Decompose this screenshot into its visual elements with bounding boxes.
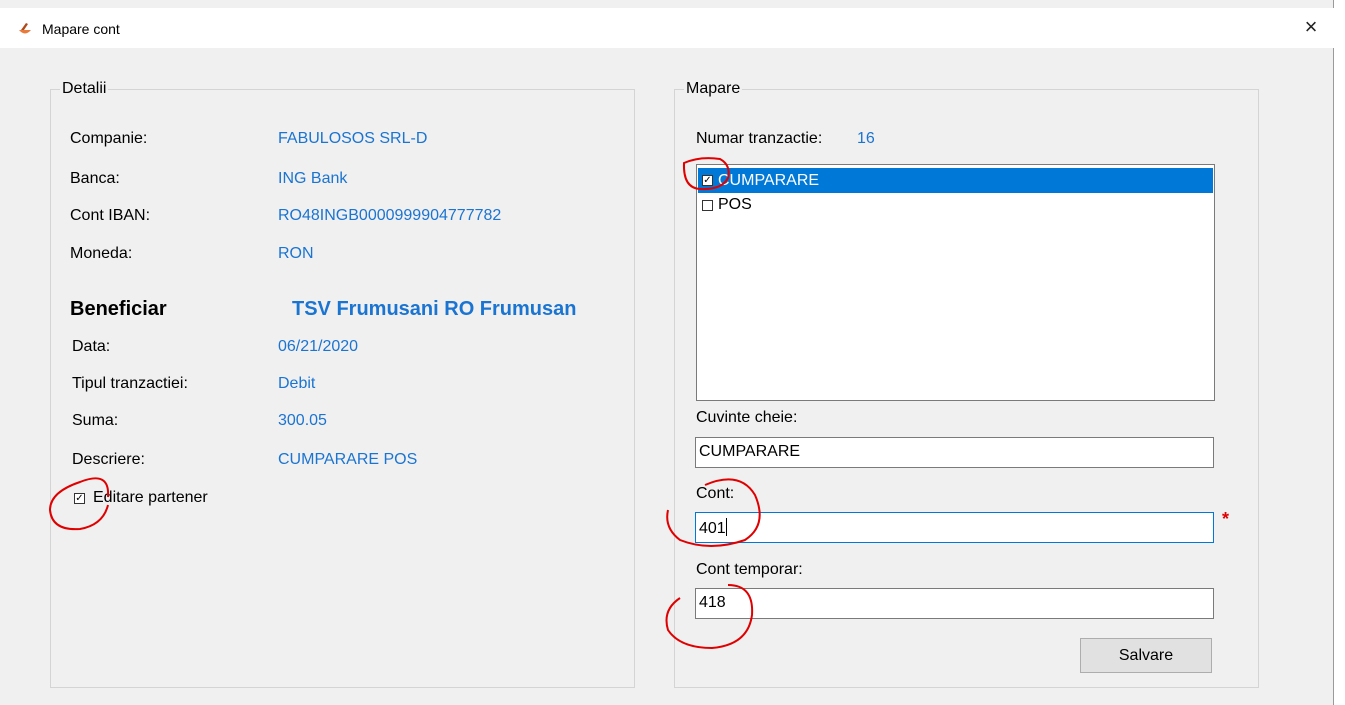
- iban-value: RO48INGB0000999904777782: [278, 207, 502, 224]
- transaction-checklist[interactable]: ✓ CUMPARARE POS: [696, 164, 1215, 401]
- data-value: 06/21/2020: [278, 338, 359, 355]
- app-icon: [19, 23, 31, 34]
- list-item[interactable]: POS: [698, 194, 1213, 216]
- cont-input[interactable]: 401: [695, 512, 1214, 543]
- descriere-label: Descriere:: [72, 451, 145, 468]
- window-title: Mapare cont: [42, 21, 120, 37]
- companie-label: Companie:: [70, 130, 148, 147]
- editare-partener-label: Editare partener: [93, 489, 208, 506]
- cont-label: Cont:: [696, 485, 735, 502]
- data-label: Data:: [72, 338, 111, 355]
- moneda-label: Moneda:: [70, 245, 133, 262]
- editare-partener-checkbox[interactable]: ✓ Editare partener: [74, 489, 208, 507]
- cuvinte-cheie-label: Cuvinte cheie:: [696, 409, 798, 426]
- close-icon: ×: [1304, 14, 1318, 39]
- banca-value: ING Bank: [278, 170, 348, 187]
- tip-tranzactie-value: Debit: [278, 375, 316, 392]
- numar-tranzactie-value: 16: [857, 130, 875, 147]
- banca-label: Banca:: [70, 170, 120, 187]
- companie-value: FABULOSOS SRL-D: [278, 130, 428, 147]
- list-item-label: CUMPARARE: [718, 171, 820, 189]
- salvare-button[interactable]: Salvare: [1080, 638, 1212, 673]
- checkbox-checked-icon: ✓: [74, 492, 85, 504]
- checkbox-checked-icon: ✓: [702, 175, 713, 186]
- details-legend: Detalii: [62, 80, 107, 97]
- dialog-window: Mapare cont × Detalii Companie: FABULOSO…: [0, 0, 1334, 705]
- cuvinte-cheie-input[interactable]: CUMPARARE: [695, 437, 1214, 468]
- suma-label: Suma:: [72, 412, 119, 429]
- tip-tranzactie-label: Tipul tranzactiei:: [72, 375, 188, 392]
- cont-value: 401: [699, 520, 726, 537]
- mapare-legend: Mapare: [686, 80, 741, 97]
- cont-temporar-label: Cont temporar:: [696, 561, 803, 578]
- cuvinte-cheie-value: CUMPARARE: [699, 443, 801, 460]
- text-caret: [725, 518, 727, 536]
- beneficiar-label: Beneficiar: [70, 298, 167, 320]
- beneficiar-value: TSV Frumusani RO Frumusan: [292, 298, 577, 320]
- close-button[interactable]: ×: [1288, 8, 1334, 48]
- iban-label: Cont IBAN:: [70, 207, 151, 224]
- suma-value: 300.05: [278, 412, 327, 429]
- list-item[interactable]: ✓ CUMPARARE: [698, 168, 1213, 193]
- title-bar: Mapare cont ×: [0, 8, 1334, 48]
- checkbox-unchecked-icon: [702, 199, 713, 211]
- descriere-value: CUMPARARE POS: [278, 451, 418, 468]
- cont-temporar-input[interactable]: 418: [695, 588, 1214, 619]
- cont-temporar-value: 418: [699, 594, 726, 611]
- moneda-value: RON: [278, 245, 314, 262]
- required-marker: *: [1222, 509, 1230, 529]
- list-item-label: POS: [718, 196, 752, 213]
- numar-tranzactie-label: Numar tranzactie:: [696, 130, 823, 147]
